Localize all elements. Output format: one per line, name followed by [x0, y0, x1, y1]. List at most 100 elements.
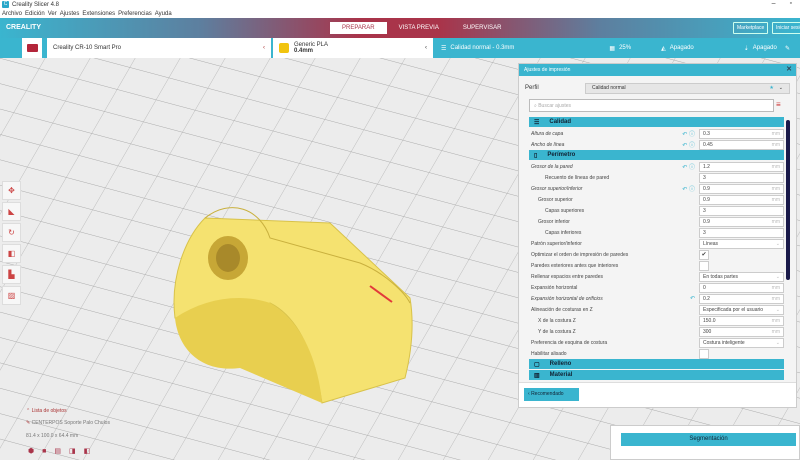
setting-input[interactable]: 3	[699, 172, 784, 183]
setting-checkbox[interactable]	[699, 348, 709, 359]
menu-item[interactable]: Ajustes	[60, 11, 80, 17]
menu-bar: Archivo Edición Ver Ajustes Extensiones Prefe…	[0, 9, 800, 18]
setting-unit: mm	[771, 295, 780, 302]
setting-input[interactable]: 0.45 mm	[699, 139, 784, 150]
view-right-icon[interactable]: ◧	[84, 447, 91, 456]
signin-button[interactable]: Iniciar sesión	[772, 22, 800, 34]
view-left-icon[interactable]: ◨	[69, 447, 76, 456]
setting-input[interactable]: 0.3 mm	[699, 128, 784, 139]
menu-item[interactable]: Edición	[25, 11, 45, 17]
section-calidad[interactable]: ☰ Calidad	[529, 117, 784, 127]
search-input[interactable]: ⌕ Buscar ajustes	[529, 99, 774, 112]
per-model-settings-icon[interactable]: ▙	[2, 265, 21, 284]
setting-input[interactable]: 3	[699, 205, 784, 216]
print-settings-panel: Ajustes de impresión ✕ Perfil Calidad nor…	[518, 63, 797, 408]
menu-item[interactable]: Preferencias	[118, 11, 152, 17]
setting-unit: mm	[771, 141, 780, 148]
setting-dropdown[interactable]: Costura inteligente ⌄	[699, 337, 784, 348]
setting-input[interactable]: 3	[699, 227, 784, 238]
open-file-button[interactable]	[22, 38, 42, 58]
setting-input[interactable]: 0.2 mm	[699, 293, 784, 304]
menu-item[interactable]: Ayuda	[155, 11, 172, 17]
profile-summary: Calidad normal - 0.3mm	[450, 45, 515, 51]
chevron-down-icon: ⌄	[775, 240, 780, 247]
setting-input[interactable]: 300 mm	[699, 326, 784, 337]
setting-checkbox[interactable]: ✔	[699, 249, 709, 260]
setting-checkbox[interactable]	[699, 260, 709, 271]
tab-vista-previa[interactable]: VISTA PREVIA	[387, 22, 451, 34]
tab-preparar[interactable]: PREPARAR	[330, 22, 387, 34]
object-dimensions: 81.4 x 100.0 x 64.4 mm	[26, 433, 79, 439]
section-material[interactable]: ▥ Material	[529, 370, 784, 380]
setting-label: Capas superiores	[545, 207, 585, 214]
setting-input[interactable]: 150.0 mm	[699, 315, 784, 326]
view-top-icon[interactable]: ▤	[54, 447, 61, 456]
setting-label: Y de la costura Z	[538, 328, 576, 335]
object-list-toggle[interactable]: ⌃ Lista de objetos	[26, 408, 67, 414]
setting-dropdown[interactable]: En todas partes ⌄	[699, 271, 784, 282]
minimize-button[interactable]: –	[772, 0, 776, 7]
reset-icon[interactable]: ↶	[690, 295, 695, 302]
menu-item[interactable]: Ver	[48, 11, 57, 17]
print-settings-summary[interactable]: ☰ Calidad normal - 0.3mm ▦ 25% ◭ Apagado…	[433, 38, 800, 58]
support-blocker-icon[interactable]: ▨	[2, 286, 21, 305]
setting-unit: mm	[771, 218, 780, 225]
marketplace-button[interactable]: Marketplace	[733, 22, 769, 34]
reset-icon[interactable]: ↶ ⓘ	[682, 129, 695, 138]
chevron-down-icon: ⌄	[775, 273, 780, 280]
setting-input[interactable]: 0.9 mm	[699, 183, 784, 194]
reset-icon[interactable]: ↶ ⓘ	[682, 140, 695, 149]
view-front-icon[interactable]: ■	[42, 447, 46, 456]
infill-icon: ▢	[534, 361, 540, 368]
settings-menu-icon[interactable]: ≡	[776, 100, 781, 109]
rotate-tool-icon[interactable]: ↻	[2, 223, 21, 242]
setting-label: Capas inferiores	[545, 229, 582, 236]
nozzle-size: 0.4mm	[294, 48, 314, 54]
setting-input[interactable]: 0.9 mm	[699, 194, 784, 205]
slice-button[interactable]: Segmentación	[621, 433, 796, 446]
setting-value: Costura inteligente	[703, 339, 745, 346]
setting-value: 0.45	[703, 141, 713, 148]
setting-row: Grosor inferior 0.9 mm	[529, 216, 784, 227]
setting-dropdown[interactable]: Especificada por el usuario ⌄	[699, 304, 784, 315]
setting-unit: mm	[771, 317, 780, 324]
adhesion-summary: Apagado	[752, 45, 777, 51]
setting-input[interactable]: 0.9 mm	[699, 216, 784, 227]
setting-input[interactable]: 1.2 mm	[699, 161, 784, 172]
setting-dropdown[interactable]: Líneas ⌄	[699, 238, 784, 249]
setting-unit: mm	[771, 130, 780, 137]
setting-input[interactable]: 0 mm	[699, 282, 784, 293]
tab-supervisar[interactable]: SUPERVISAR	[451, 22, 514, 34]
section-label: Relleno	[549, 361, 572, 367]
setting-row: Expansión horizontal 0 mm	[529, 282, 784, 293]
reset-icon[interactable]: ↶ ⓘ	[682, 184, 695, 193]
edit-icon: ✎	[784, 45, 790, 52]
recommended-button[interactable]: ‹ Recomendado	[524, 388, 579, 401]
material-selector[interactable]: Generic PLA 0.4mm ‹	[273, 38, 433, 58]
panel-title: Ajustes de impresión	[524, 67, 571, 73]
setting-row: Habilitar alisado	[529, 348, 784, 359]
reset-icon[interactable]: ↶ ⓘ	[682, 162, 695, 171]
close-icon[interactable]: ✕	[786, 65, 792, 73]
profile-select[interactable]: Calidad normal ★ ⌄	[585, 82, 790, 94]
setting-label: Paredes exteriores antes que interiores	[531, 262, 619, 269]
mirror-tool-icon[interactable]: ◧	[2, 244, 21, 263]
setting-row: Expansión horizontal de orificios ↶ 0.2 mm	[529, 293, 784, 304]
star-icon[interactable]: ★	[769, 85, 773, 91]
setting-row: Alineación de costuras en Z Especificada …	[529, 304, 784, 315]
move-tool-icon[interactable]: ✥	[2, 181, 21, 200]
menu-item[interactable]: Extensiones	[82, 11, 115, 17]
setting-label: Expansión horizontal	[531, 284, 578, 291]
maximize-button[interactable]: ▫	[790, 0, 792, 7]
setting-label: Altura de capa	[531, 130, 564, 137]
material-icon: ▥	[534, 372, 540, 379]
printer-selector[interactable]: Creality CR-10 Smart Pro ‹	[47, 38, 271, 58]
section-relleno[interactable]: ▢ Relleno	[529, 359, 784, 369]
header: CREALITY PREPARAR VISTA PREVIA SUPERVISA…	[0, 18, 800, 38]
scrollbar[interactable]	[786, 120, 790, 280]
chevron-down-icon: ⌄	[775, 306, 780, 313]
view-3d-icon[interactable]: ⬢	[28, 447, 34, 456]
section-perimetro[interactable]: ▯ Perímetro	[529, 150, 784, 160]
scale-tool-icon[interactable]: ◣	[2, 202, 21, 221]
menu-item[interactable]: Archivo	[2, 11, 22, 17]
